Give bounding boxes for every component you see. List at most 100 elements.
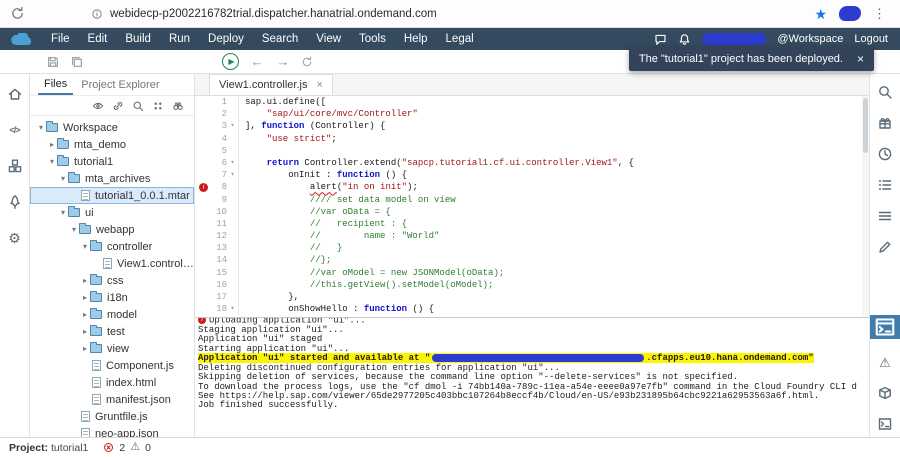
chevron-right-icon[interactable]: ▸ — [80, 327, 90, 336]
binoculars-icon[interactable] — [172, 100, 184, 112]
close-tab-icon[interactable]: × — [316, 79, 322, 91]
eye-icon[interactable] — [92, 100, 104, 112]
chevron-down-icon[interactable]: ▾ — [80, 242, 90, 251]
tree-item-ui[interactable]: ▾ui — [30, 204, 194, 221]
warning-count[interactable]: 0 — [145, 442, 151, 454]
pencil-icon[interactable] — [877, 239, 893, 255]
tree-item-mta_archives[interactable]: ▾mta_archives — [30, 170, 194, 187]
run-button[interactable]: ▶ — [222, 53, 239, 70]
tree-item-manifest.json[interactable]: manifest.json — [30, 391, 194, 408]
chevron-down-icon[interactable]: ▾ — [69, 225, 79, 234]
workspace-label[interactable]: @Workspace — [777, 33, 843, 45]
list-icon[interactable] — [877, 208, 893, 224]
code-editor[interactable]: 1sap.ui.define([2 "sap/ui/core/mvc/Contr… — [195, 96, 869, 317]
toast-close-icon[interactable]: × — [857, 52, 864, 66]
tree-item-i18n[interactable]: ▸i18n — [30, 289, 194, 306]
chevron-down-icon[interactable]: ▾ — [47, 157, 57, 166]
editor-scrollbar[interactable] — [862, 96, 869, 317]
cubes-icon[interactable] — [7, 158, 23, 174]
fold-icon[interactable]: ▾ — [227, 303, 238, 315]
menu-view[interactable]: View — [307, 33, 350, 45]
fold-icon[interactable]: ▾ — [227, 157, 238, 169]
tree-item-controller[interactable]: ▾ controller — [30, 238, 194, 255]
chevron-right-icon[interactable]: ▸ — [47, 140, 57, 149]
address-bar[interactable]: webidecp-p2002216782trial.dispatcher.han… — [33, 8, 806, 20]
save-icon[interactable] — [46, 55, 60, 69]
tree-item-tutorial1[interactable]: ▾tutorial1 — [30, 153, 194, 170]
menu-run[interactable]: Run — [160, 33, 199, 45]
tree-item-css[interactable]: ▸css — [30, 272, 194, 289]
grid-dots-icon[interactable] — [152, 100, 164, 112]
line-number: 11 — [210, 218, 227, 230]
logout-button[interactable]: Logout — [854, 33, 888, 45]
chevron-down-icon[interactable]: ▾ — [58, 174, 68, 183]
tree-item-View1.controller.js[interactable]: View1.controller.js — [30, 255, 194, 272]
errors-icon[interactable] — [103, 442, 114, 453]
feedback-chat-icon[interactable] — [654, 33, 667, 46]
tree-item-Component.js[interactable]: Component.js — [30, 357, 194, 374]
tree-item-Workspace[interactable]: ▾Workspace — [30, 119, 194, 136]
fold-icon[interactable]: ▾ — [227, 120, 238, 132]
save-all-icon[interactable] — [70, 55, 84, 69]
browser-menu-icon[interactable]: ⋮ — [869, 6, 890, 22]
tree-item-label: controller — [107, 241, 152, 253]
url-text[interactable]: webidecp-p2002216782trial.dispatcher.han… — [110, 8, 437, 20]
folder-icon — [90, 310, 102, 319]
menu-help[interactable]: Help — [395, 33, 437, 45]
menu-search[interactable]: Search — [253, 33, 307, 45]
tree-item-neo-app.json[interactable]: neo-app.json — [30, 425, 194, 437]
search-icon[interactable] — [877, 84, 893, 100]
reload-icon[interactable] — [10, 6, 25, 21]
menu-legal[interactable]: Legal — [437, 33, 483, 45]
package-icon[interactable] — [877, 385, 893, 401]
chevron-right-icon[interactable]: ▸ — [80, 310, 90, 319]
notifications-bell-icon[interactable] — [678, 33, 691, 46]
editor-scrollbar-thumb[interactable] — [863, 98, 868, 153]
search-files-icon[interactable] — [132, 100, 144, 112]
tree-item-label: webapp — [96, 224, 135, 236]
profile-avatar-redacted[interactable] — [839, 6, 861, 21]
home-icon[interactable] — [7, 86, 23, 102]
tree-item-mta_demo[interactable]: ▸mta_demo — [30, 136, 194, 153]
page-info-icon[interactable] — [91, 8, 103, 20]
tree-item-tutorial1_0.0.1.mtar[interactable]: tutorial1_0.0.1.mtar — [30, 187, 194, 204]
tree-item-view[interactable]: ▸view — [30, 340, 194, 357]
tree-item-index.html[interactable]: index.html — [30, 374, 194, 391]
link-icon[interactable] — [112, 100, 124, 112]
clock-icon[interactable] — [877, 146, 893, 162]
menu-edit[interactable]: Edit — [79, 33, 117, 45]
chevron-right-icon[interactable]: ▸ — [80, 276, 90, 285]
tree-item-test[interactable]: ▸ test — [30, 323, 194, 340]
menu-build[interactable]: Build — [116, 33, 160, 45]
rocket-icon[interactable] — [7, 194, 23, 210]
menu-tools[interactable]: Tools — [350, 33, 395, 45]
warnings-icon[interactable]: ⚠ — [130, 442, 140, 453]
warning-icon[interactable]: ⚠ — [877, 354, 893, 370]
navigate-back-icon[interactable]: ← — [249, 54, 265, 69]
editor-tab-view1-controller[interactable]: View1.controller.js × — [209, 74, 333, 95]
menu-file[interactable]: File — [42, 33, 79, 45]
terminal-icon[interactable] — [877, 416, 893, 432]
chevron-right-icon[interactable]: ▸ — [80, 293, 90, 302]
chevron-right-icon[interactable]: ▸ — [80, 344, 90, 353]
code-icon[interactable]: </> — [7, 122, 23, 138]
menu-deploy[interactable]: Deploy — [199, 33, 253, 45]
gift-icon[interactable] — [877, 115, 893, 131]
fold-icon[interactable]: ▾ — [227, 169, 238, 181]
tree-item-webapp[interactable]: ▾ webapp — [30, 221, 194, 238]
last-edit-location-icon[interactable] — [301, 56, 313, 68]
tree-item-model[interactable]: ▸model — [30, 306, 194, 323]
chevron-down-icon[interactable]: ▾ — [36, 123, 46, 132]
navigate-forward-icon[interactable]: → — [275, 54, 291, 69]
error-count[interactable]: 2 — [119, 442, 125, 454]
gear-icon[interactable]: ⚙ — [7, 230, 23, 246]
tab-project-explorer[interactable]: Project Explorer — [75, 74, 165, 95]
file-icon — [81, 411, 90, 422]
detail-list-icon[interactable] — [877, 177, 893, 193]
console-panel-icon[interactable] — [870, 315, 900, 339]
tab-files[interactable]: Files — [38, 74, 73, 95]
tree-item-Gruntfile.js[interactable]: Gruntfile.js — [30, 408, 194, 425]
tree-item-label: test — [107, 326, 125, 338]
chevron-down-icon[interactable]: ▾ — [58, 208, 68, 217]
bookmark-star-icon[interactable]: ★ — [814, 7, 827, 21]
